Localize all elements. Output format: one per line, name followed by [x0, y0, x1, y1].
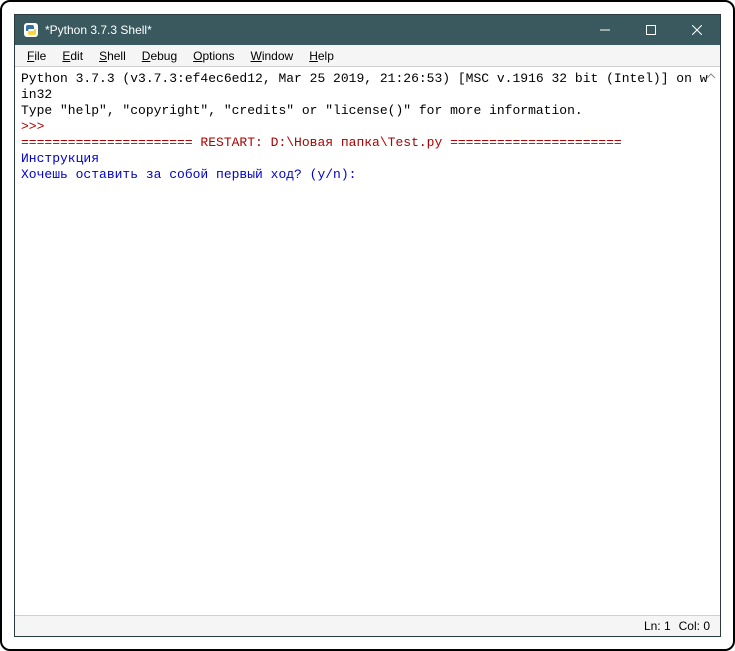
scroll-up-icon[interactable]	[704, 69, 718, 83]
shell-restart: ====================== RESTART: D:\Новая…	[21, 135, 714, 151]
menubar: File Edit Shell Debug Options Window Hel…	[15, 45, 720, 67]
shell-line: Type "help", "copyright", "credits" or "…	[21, 103, 714, 119]
menu-help[interactable]: Help	[301, 47, 342, 65]
shell-line: Python 3.7.3 (v3.7.3:ef4ec6ed12, Mar 25 …	[21, 71, 714, 103]
menu-edit[interactable]: Edit	[54, 47, 91, 65]
statusbar: Ln: 1 Col: 0	[15, 616, 720, 636]
maximize-button[interactable]	[628, 15, 674, 45]
shell-output-line: Инструкция	[21, 151, 714, 167]
menu-shell[interactable]: Shell	[91, 47, 134, 65]
status-line: Ln: 1	[644, 619, 671, 633]
menu-options[interactable]: Options	[185, 47, 242, 65]
shell-prompt: >>>	[21, 119, 714, 135]
titlebar[interactable]: *Python 3.7.3 Shell*	[15, 15, 720, 45]
status-col: Col: 0	[679, 619, 710, 633]
shell-output-line: Хочешь оставить за собой первый ход? (y/…	[21, 167, 714, 183]
close-button[interactable]	[674, 15, 720, 45]
menu-debug[interactable]: Debug	[134, 47, 185, 65]
app-window: *Python 3.7.3 Shell* File Edit Shell Deb…	[14, 14, 721, 637]
menu-window[interactable]: Window	[243, 47, 302, 65]
minimize-button[interactable]	[582, 15, 628, 45]
window-title: *Python 3.7.3 Shell*	[45, 23, 152, 37]
menu-file[interactable]: File	[19, 47, 54, 65]
python-icon	[23, 22, 39, 38]
shell-output[interactable]: Python 3.7.3 (v3.7.3:ef4ec6ed12, Mar 25 …	[15, 67, 720, 616]
